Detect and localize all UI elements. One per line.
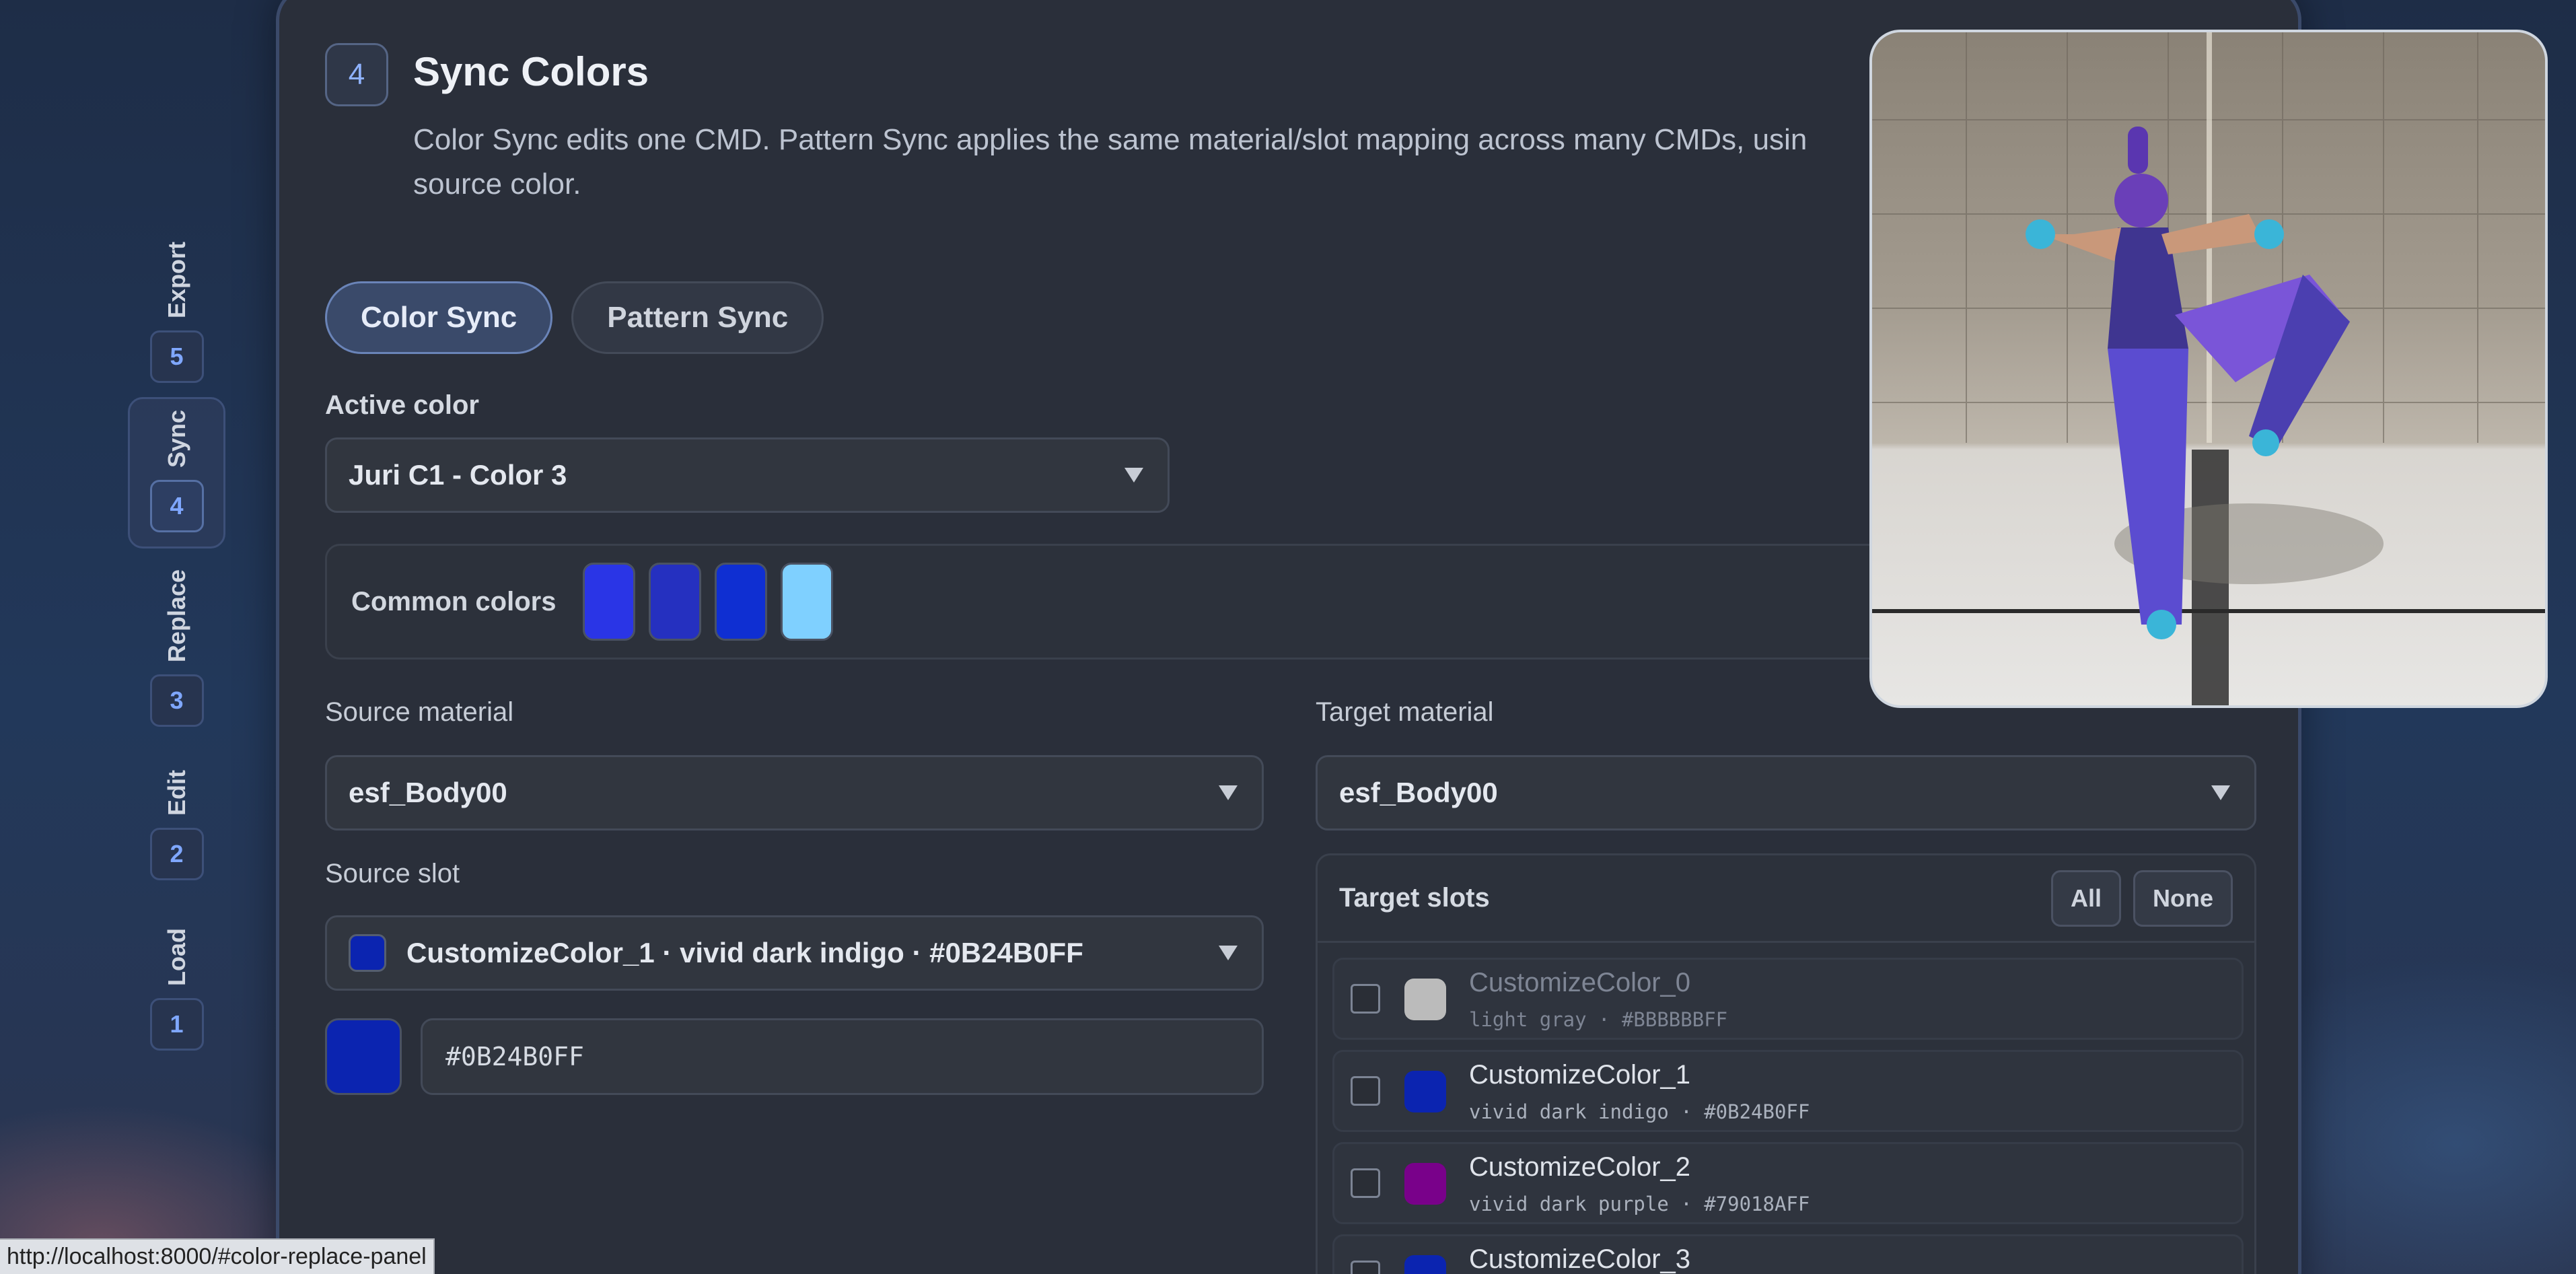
step-edit[interactable]: Edit 2 <box>128 757 225 912</box>
target-material-select[interactable]: esf_Body00 <box>1316 755 2256 830</box>
source-slot-swatch <box>349 934 386 972</box>
step-number: 2 <box>149 828 204 880</box>
chevron-down-icon <box>1124 468 1143 483</box>
slot-description: vivid dark purple · #79018AFF <box>1469 1193 1810 1215</box>
step-replace[interactable]: Replace 3 <box>128 557 225 742</box>
step-number: 4 <box>149 480 204 533</box>
target-slot-row[interactable]: CustomizeColor_3 <box>1332 1234 2244 1274</box>
section-description-line: source color. <box>413 168 581 201</box>
source-slot-value: CustomizeColor_1 · vivid dark indigo · #… <box>406 937 1083 968</box>
common-color-swatch[interactable] <box>583 563 636 641</box>
common-colors-label: Common colors <box>351 586 557 616</box>
common-color-swatch[interactable] <box>715 563 768 641</box>
slot-checkbox[interactable] <box>1351 984 1380 1014</box>
slot-description: light gray · #BBBBBBFF <box>1469 1008 1728 1031</box>
common-color-swatch[interactable] <box>781 563 834 641</box>
slot-name: CustomizeColor_3 <box>1469 1244 1691 1274</box>
step-label: Load <box>162 928 190 986</box>
slot-color-swatch <box>1404 1071 1446 1112</box>
active-color-label: Active color <box>325 390 479 420</box>
step-number: 5 <box>149 330 204 384</box>
section-description: Color Sync edits one CMD. Pattern Sync a… <box>413 118 1894 207</box>
source-slot-label: Source slot <box>325 859 460 888</box>
sync-mode-tabs: Color Sync Pattern Sync <box>325 281 824 354</box>
step-label: Edit <box>162 770 190 816</box>
step-number: 3 <box>149 674 204 728</box>
step-label: Export <box>162 242 190 319</box>
target-material-label: Target material <box>1316 697 1494 727</box>
character-preview[interactable] <box>1869 30 2548 708</box>
step-label: Replace <box>162 569 190 663</box>
active-color-select[interactable]: Juri C1 - Color 3 <box>325 437 1170 513</box>
source-slot-select[interactable]: CustomizeColor_1 · vivid dark indigo · #… <box>325 915 1264 991</box>
slot-checkbox[interactable] <box>1351 1168 1380 1198</box>
slot-description: vivid dark indigo · #0B24B0FF <box>1469 1100 1810 1123</box>
section-number-badge: 4 <box>325 43 388 106</box>
tab-color-sync[interactable]: Color Sync <box>325 281 553 354</box>
slot-checkbox[interactable] <box>1351 1261 1380 1274</box>
active-color-value: Juri C1 - Color 3 <box>349 459 567 491</box>
chevron-down-icon <box>1219 785 1238 800</box>
source-material-label: Source material <box>325 697 514 727</box>
slot-name: CustomizeColor_2 <box>1469 1152 1691 1182</box>
select-none-button[interactable]: None <box>2133 870 2233 927</box>
section-title: Sync Colors <box>413 49 649 94</box>
target-slots-panel: Target slots All None CustomizeColor_0 l… <box>1316 853 2256 1274</box>
target-slot-row[interactable]: CustomizeColor_0 light gray · #BBBBBBFF <box>1332 958 2244 1040</box>
target-slot-row[interactable]: CustomizeColor_2 vivid dark purple · #79… <box>1332 1142 2244 1224</box>
target-slots-header: Target slots All None <box>1318 855 2254 943</box>
chevron-down-icon <box>1219 946 1238 960</box>
target-slot-row[interactable]: CustomizeColor_1 vivid dark indigo · #0B… <box>1332 1050 2244 1132</box>
target-slots-title: Target slots <box>1339 883 1490 913</box>
step-export[interactable]: Export 5 <box>128 229 225 390</box>
source-material-select[interactable]: esf_Body00 <box>325 755 1264 830</box>
slot-checkbox[interactable] <box>1351 1076 1380 1106</box>
color-picker-swatch[interactable] <box>325 1018 402 1095</box>
step-sync[interactable]: Sync 4 <box>128 397 225 548</box>
step-label: Sync <box>162 410 190 468</box>
slot-name: CustomizeColor_0 <box>1469 968 1691 997</box>
chevron-down-icon <box>2211 785 2230 800</box>
slot-color-swatch <box>1404 1255 1446 1274</box>
source-material-value: esf_Body00 <box>349 777 507 808</box>
common-color-swatch[interactable] <box>649 563 702 641</box>
slot-color-swatch <box>1404 1163 1446 1205</box>
select-all-button[interactable]: All <box>2050 870 2121 927</box>
preview-scene <box>1872 32 2545 705</box>
target-material-value: esf_Body00 <box>1339 777 1498 808</box>
slot-name: CustomizeColor_1 <box>1469 1060 1691 1090</box>
slot-color-swatch <box>1404 979 1446 1020</box>
tab-pattern-sync[interactable]: Pattern Sync <box>571 281 824 354</box>
step-number: 1 <box>149 998 204 1051</box>
hex-color-input[interactable]: #0B24B0FF <box>421 1018 1264 1095</box>
status-bar-url: http://localhost:8000/#color-replace-pan… <box>0 1238 435 1274</box>
section-description-line: Color Sync edits one CMD. Pattern Sync a… <box>413 123 1808 156</box>
step-load[interactable]: Load 1 <box>128 915 225 1077</box>
